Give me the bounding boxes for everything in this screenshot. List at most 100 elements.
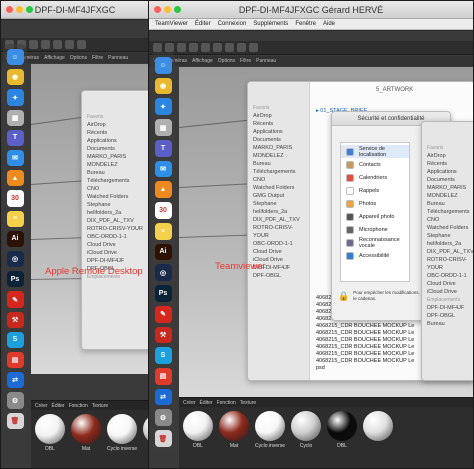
sidebar-item[interactable]: Bureau: [87, 169, 149, 177]
preferences-icon[interactable]: ⚙: [154, 409, 172, 427]
axis-z-icon[interactable]: [225, 43, 234, 52]
safari-icon[interactable]: ✦: [6, 89, 24, 106]
privacy-item[interactable]: Reconnaissance vocale: [341, 236, 409, 249]
axis-y-icon[interactable]: [213, 43, 222, 52]
cinema4d-icon[interactable]: ◎: [6, 251, 24, 268]
teams-icon[interactable]: T: [6, 129, 24, 147]
sidebar-item[interactable]: helifolders_2a: [253, 208, 305, 216]
privacy-item[interactable]: Accessibilité: [341, 249, 409, 262]
sidebar-item[interactable]: Documents: [253, 136, 305, 144]
sidebar-item[interactable]: Watched Folders: [253, 184, 305, 192]
sidebar-item[interactable]: iCloud Drive: [87, 249, 149, 257]
sidebar-item[interactable]: DPF-DI-MF4JF: [87, 257, 149, 265]
axis-z-icon[interactable]: [77, 40, 86, 49]
pdf-viewer-icon[interactable]: ▤: [6, 352, 24, 369]
material-swatch[interactable]: Mat: [71, 414, 101, 452]
sidebar-item[interactable]: DIX_PDF_AL_TXV: [87, 217, 149, 225]
material-swatch[interactable]: Cyclo: [291, 411, 322, 449]
sidebar-item[interactable]: Récents: [253, 120, 305, 128]
sidebar-item[interactable]: iCloud Drive: [427, 288, 473, 296]
sidebar-item[interactable]: ROTRO-CRISV-YOUR: [87, 225, 149, 233]
sidebar-item[interactable]: Favoris: [87, 113, 149, 121]
teamviewer-icon[interactable]: ⇄: [154, 388, 172, 406]
sidebar-item[interactable]: Récents: [427, 160, 473, 168]
sidebar-item[interactable]: ROTRO-CRISV-YOUR: [253, 224, 305, 240]
viewport-menu-item[interactable]: Panneau: [256, 58, 276, 64]
zoom-button[interactable]: [26, 6, 33, 13]
axis-y-icon[interactable]: [65, 40, 74, 49]
sidebar-item[interactable]: GMG Output: [253, 192, 305, 200]
privacy-item[interactable]: Calendriers: [341, 171, 409, 184]
sidebar-item[interactable]: CNO: [427, 216, 473, 224]
sidebar-item[interactable]: ROTRO-CRISV-YOUR: [427, 256, 473, 272]
material-swatch[interactable]: Mat: [219, 411, 249, 449]
sidebar-item[interactable]: Applications: [427, 168, 473, 176]
minimize-button[interactable]: [16, 6, 23, 13]
sidebar-item[interactable]: AirDrop: [253, 112, 305, 120]
close-button[interactable]: [6, 6, 13, 13]
sidebar-item[interactable]: AirDrop: [427, 152, 473, 160]
mail-icon[interactable]: ✉: [6, 150, 24, 167]
sidebar-item[interactable]: AirDrop: [87, 121, 149, 129]
sidebar-item[interactable]: DPF-DI-MF4JF: [427, 304, 473, 312]
rotate-tool-icon[interactable]: [189, 43, 198, 52]
trash-icon[interactable]: 🗑: [6, 412, 24, 429]
sidebar-item[interactable]: MARKO_PARIS: [253, 144, 305, 152]
launchpad-icon[interactable]: ▦: [154, 119, 172, 136]
sidebar-item[interactable]: Stephane: [427, 232, 473, 240]
material-swatch[interactable]: Cyclo inverse: [107, 414, 137, 452]
sidebar-item[interactable]: MARKO_PARIS: [427, 184, 473, 192]
chrome-icon[interactable]: ◉: [154, 77, 172, 95]
privacy-item[interactable]: Service de localisation: [341, 145, 409, 158]
acrobat-icon[interactable]: ✎: [6, 291, 24, 308]
sidebar-item[interactable]: Téléchargements: [87, 177, 149, 185]
preferences-icon[interactable]: ⚙: [6, 392, 24, 409]
undo-tool-icon[interactable]: [153, 43, 162, 52]
vlc-icon[interactable]: ▲: [154, 181, 172, 199]
cinema4d-icon[interactable]: ◎: [154, 264, 172, 282]
trash-icon[interactable]: 🗑: [154, 430, 172, 447]
menubar-item[interactable]: Suppléments: [253, 21, 288, 27]
sidebar-item[interactable]: Téléchargements: [427, 208, 473, 216]
menubar-item[interactable]: Aide: [323, 21, 335, 27]
sidebar-item[interactable]: OBC-ORDD-1-1: [427, 272, 473, 280]
notes-icon[interactable]: ≡: [6, 210, 24, 227]
sidebar-item[interactable]: MARKO_PARIS: [87, 153, 149, 161]
sidebar-item[interactable]: Emplacements: [427, 296, 473, 304]
sidebar-item[interactable]: Récents: [87, 129, 149, 137]
sidebar-item[interactable]: DPF-OBGL: [253, 272, 305, 280]
lock-icon[interactable]: 🔒: [338, 291, 349, 302]
zoom-button[interactable]: [174, 6, 181, 13]
sidebar-item[interactable]: Bureau: [253, 160, 305, 168]
viewport-menu-item[interactable]: Affichage: [192, 58, 213, 64]
mail-icon[interactable]: ✉: [154, 160, 172, 178]
toolbox-icon[interactable]: ⚒: [154, 326, 172, 344]
finder-icon[interactable]: ☺: [154, 57, 172, 74]
toolbox-icon[interactable]: ⚒: [6, 311, 24, 328]
notes-icon[interactable]: ≡: [154, 222, 172, 240]
sidebar-item[interactable]: MONDELEZ: [427, 192, 473, 200]
viewport-menu-item[interactable]: Panneau: [108, 55, 128, 61]
sidebar-item[interactable]: Stephane: [87, 201, 149, 209]
pdf-viewer-icon[interactable]: ▤: [154, 368, 172, 385]
photoshop-icon[interactable]: Ps: [6, 271, 24, 288]
photoshop-icon[interactable]: Ps: [154, 285, 172, 302]
privacy-item[interactable]: Appareil photo: [341, 210, 409, 223]
sidebar-item[interactable]: Stephane: [253, 200, 305, 208]
material-swatch[interactable]: Cyclo inverse: [255, 411, 285, 449]
illustrator-icon[interactable]: Ai: [154, 243, 172, 261]
sidebar-item[interactable]: Cloud Drive: [87, 241, 149, 249]
sidebar-item[interactable]: DPF-OBGL: [427, 312, 473, 320]
material-tab[interactable]: Éditer: [200, 400, 213, 406]
move-tool-icon[interactable]: [165, 43, 174, 52]
sidebar-item[interactable]: Bureau: [427, 320, 473, 328]
scale-tool-icon[interactable]: [29, 40, 38, 49]
sidebar-item[interactable]: DIX_PDF_AL_TXV: [253, 216, 305, 224]
sidebar-item[interactable]: Documents: [87, 145, 149, 153]
acrobat-icon[interactable]: ✎: [154, 305, 172, 323]
sidebar-item[interactable]: Cloud Drive: [427, 280, 473, 288]
safari-icon[interactable]: ✦: [154, 98, 172, 116]
privacy-item[interactable]: Rappels: [341, 184, 409, 197]
material-tab[interactable]: Éditer: [52, 403, 65, 409]
scale-tool-icon[interactable]: [177, 43, 186, 52]
